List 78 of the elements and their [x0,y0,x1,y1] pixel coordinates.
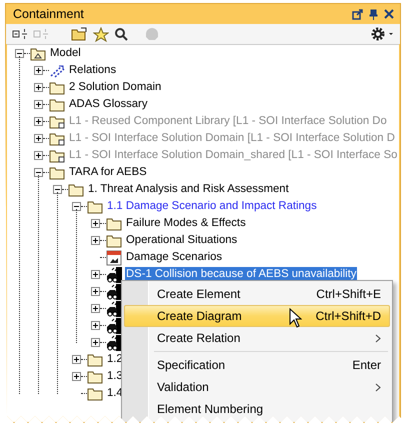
expand-toggle-icon[interactable] [91,219,100,228]
model-package-icon [30,46,46,60]
menu-item-label: Validation [157,380,209,394]
menu-item-label: Specification [157,358,226,372]
folder-icon [49,98,65,112]
undock-icon[interactable] [352,8,363,20]
folder-icon [106,234,122,248]
collapse-all-icon[interactable] [12,27,28,41]
folder-icon [87,200,103,214]
expand-toggle-icon[interactable] [34,151,43,160]
folder-icon [87,370,103,384]
expand-toggle-icon[interactable] [91,338,100,347]
collapse-toggle-icon[interactable] [72,202,81,211]
shortcut-text: Ctrl+Shift+D [316,309,381,323]
tree-item[interactable]: Operational Situations [125,233,238,248]
expand-toggle-icon[interactable] [91,270,100,279]
car-crash-icon [106,300,122,316]
menu-item-label: Create Diagram [157,309,242,323]
expand-toggle-icon[interactable] [91,236,100,245]
expand-toggle-icon[interactable] [72,355,81,364]
collapse-toggle-icon[interactable] [53,185,62,194]
tree-item[interactable]: ADAS Glossary [68,97,148,112]
tree-item[interactable]: Model [49,46,82,61]
shared-folder-icon [49,132,65,146]
folder-icon [68,182,84,196]
menu-item[interactable]: Create Relation [124,327,390,349]
tree-item[interactable]: 1. Threat Analysis and Risk Assessment [87,182,290,197]
star-icon[interactable] [93,26,109,42]
expand-toggle-icon[interactable] [91,287,100,296]
pin-icon[interactable] [369,8,378,20]
panel-title: Containment [13,7,85,21]
expand-toggle-icon[interactable] [91,304,100,313]
shared-folder-icon [49,114,65,128]
search-icon[interactable] [114,27,128,41]
tree-item[interactable]: 1.1 Damage Scenario and Impact Ratings [106,199,318,214]
shortcut-text: Ctrl+Shift+E [316,287,381,301]
close-icon[interactable] [384,9,394,19]
menu-item[interactable]: Create Diagram Ctrl+Shift+D [124,305,390,327]
tree-item[interactable]: Failure Modes & Effects [125,216,247,231]
expand-toggle-icon[interactable] [34,117,43,126]
expand-toggle-icon[interactable] [34,134,43,143]
shared-folder-icon [49,148,65,162]
tree-item[interactable]: 2 Solution Domain [68,80,162,95]
menu-item-label: Create Relation [157,331,240,345]
expand-toggle-icon[interactable] [34,83,43,92]
tree-item[interactable]: Relations [68,63,118,78]
expand-toggle-icon[interactable] [34,66,43,75]
menu-item[interactable]: Create Element Ctrl+Shift+E [124,283,390,305]
menu-item[interactable]: Validation [124,376,390,398]
collapse-toggle-icon[interactable] [34,168,43,177]
car-crash-icon [106,284,122,300]
collapse-toggle-icon[interactable] [15,49,24,58]
tree-item[interactable]: TARA for AEBS [68,165,148,180]
table-icon [106,250,122,266]
car-crash-icon [106,266,122,282]
expand-toggle-icon[interactable] [72,372,81,381]
expand-toggle-icon[interactable] [34,100,43,109]
expand-toggle-icon[interactable] [91,321,100,330]
folder-icon [49,166,65,180]
menu-item[interactable]: Element Numbering [124,398,390,420]
tree-item[interactable]: 1.4 [106,386,124,401]
menu-item-label: Element Numbering [157,402,264,416]
open-folder-icon[interactable] [71,26,88,42]
mouse-cursor-icon [289,308,302,328]
menu-item[interactable]: Specification Enter [124,354,390,376]
settings-icon[interactable] [370,26,394,42]
folder-icon [49,80,65,94]
relation-arrows-icon [49,64,65,78]
disabled-tool-icon [144,27,160,41]
car-crash-icon [106,318,122,334]
tree-item[interactable]: Damage Scenarios [125,250,224,265]
expand-all-icon [33,27,49,41]
folder-icon [87,386,103,400]
folder-icon [106,216,122,230]
car-crash-icon [106,334,122,350]
shortcut-text: Enter [352,358,381,372]
menu-item-label: Create Element [157,287,240,301]
folder-icon [87,352,103,366]
